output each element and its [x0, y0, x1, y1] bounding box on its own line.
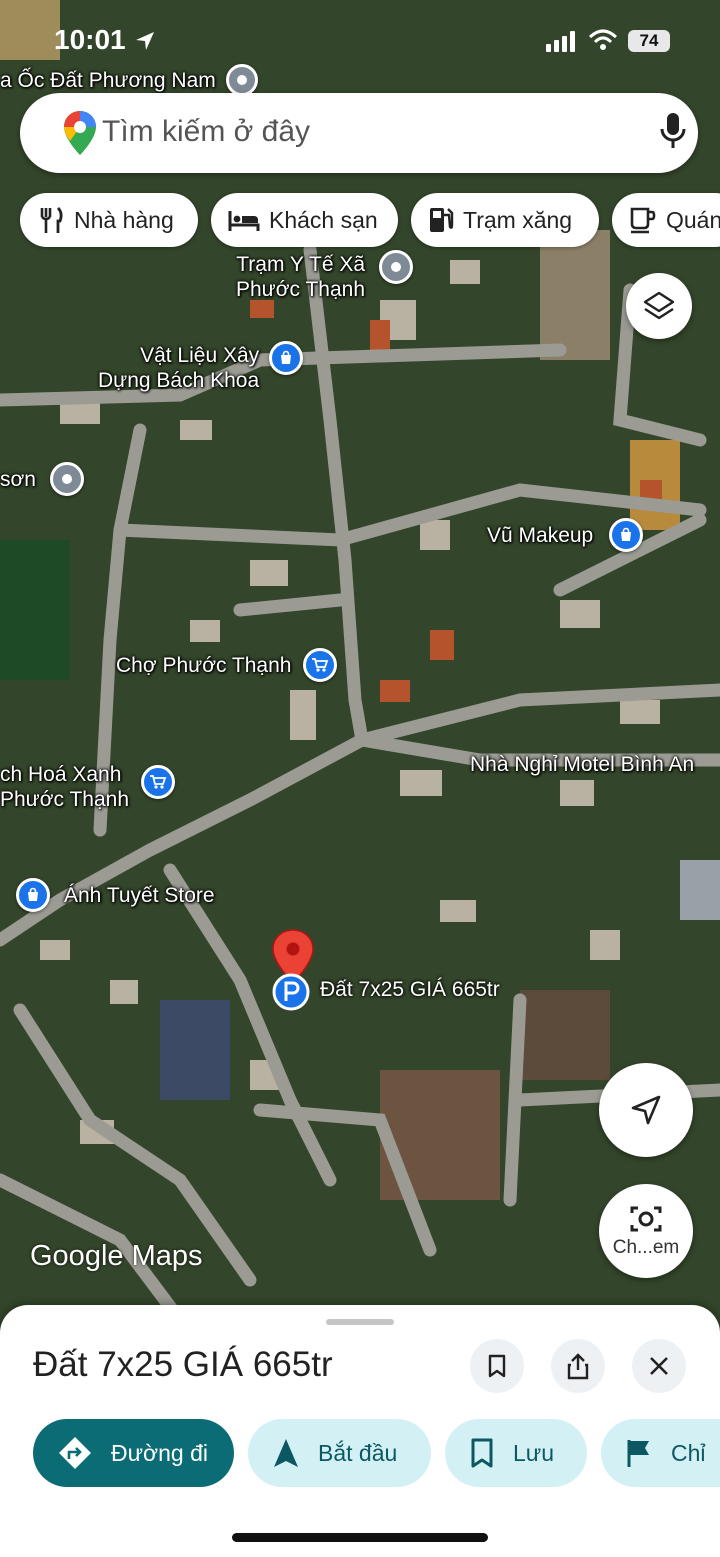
start-navigation-button[interactable]: Bắt đầu	[248, 1419, 431, 1487]
poi-name: Chợ Phước Thạnh	[116, 653, 292, 677]
poi-label[interactable]: Trạm Y Tế Xã Phước Thạnh	[236, 250, 414, 302]
share-location-button[interactable]: Chỉ	[601, 1419, 720, 1487]
chip-restaurants[interactable]: Nhà hàng	[20, 193, 198, 247]
shopping-cart-icon[interactable]	[303, 648, 338, 682]
chip-label: Quán	[666, 206, 720, 233]
selected-place-pin-icon[interactable]	[270, 928, 316, 1017]
poi-label[interactable]: Nhà Nghỉ Motel Bình An	[470, 752, 694, 777]
chip-label: Khách sạn	[269, 206, 378, 233]
google-maps-wordmark: Google Maps	[30, 1240, 203, 1272]
chip-cafes[interactable]: Quán	[612, 193, 720, 247]
search-input[interactable]: Tìm kiếm ở đây	[102, 115, 310, 149]
wifi-icon	[588, 29, 618, 50]
place-pin-icon[interactable]	[379, 250, 414, 284]
poi-name: Trạm Y Tế Xã Phước Thạnh	[236, 253, 366, 301]
location-arrow-icon	[631, 1095, 661, 1125]
lens-search-button[interactable]: Ch...em	[599, 1184, 693, 1278]
poi-label[interactable]: Ánh Tuyết Store	[16, 878, 215, 912]
save-button[interactable]: Lưu	[445, 1419, 587, 1487]
shopping-cart-icon[interactable]	[141, 765, 176, 799]
shopping-bag-icon[interactable]	[609, 518, 644, 552]
poi-name: sơn	[0, 467, 36, 491]
search-bar[interactable]: Tìm kiếm ở đây	[20, 93, 698, 173]
start-label: Bắt đầu	[318, 1439, 398, 1466]
chip-label: Nhà hàng	[74, 206, 174, 233]
signal-bars-icon	[546, 31, 575, 52]
home-indicator[interactable]	[232, 1533, 488, 1542]
close-icon	[650, 1357, 668, 1375]
poi-name: Vũ Makeup	[487, 523, 594, 547]
share-icon	[567, 1353, 589, 1380]
camera-lens-icon	[630, 1206, 662, 1232]
directions-icon	[59, 1437, 91, 1469]
poi-name: Vật Liệu Xây Dựng Bách Khoa	[98, 344, 260, 392]
poi-label[interactable]: ch Hoá Xanh Phước Thạnh	[0, 762, 176, 812]
flag-icon	[627, 1440, 649, 1467]
share-location-label: Chỉ	[671, 1439, 706, 1466]
sheet-drag-handle[interactable]	[326, 1319, 394, 1325]
status-bar: 10:01 74	[0, 0, 720, 80]
bookmark-icon	[488, 1354, 506, 1378]
lens-label: Ch...em	[612, 1237, 680, 1258]
battery-indicator: 74	[628, 30, 670, 52]
layers-icon	[643, 291, 675, 320]
poi-label[interactable]: Chợ Phước Thạnh	[116, 648, 338, 682]
my-location-button[interactable]	[599, 1063, 693, 1157]
poi-label[interactable]: sơn	[0, 462, 84, 496]
google-maps-logo-icon	[64, 111, 96, 155]
place-title: Đất 7x25 GIÁ 665tr	[33, 1345, 333, 1384]
microphone-icon[interactable]	[660, 111, 686, 151]
chip-label: Trạm xăng	[463, 206, 573, 233]
poi-name: Ánh Tuyết Store	[64, 883, 215, 907]
shopping-bag-icon[interactable]	[16, 878, 50, 912]
directions-label: Đường đi	[111, 1439, 208, 1466]
bookmark-icon	[471, 1438, 493, 1468]
layers-button[interactable]	[626, 273, 692, 339]
poi-label[interactable]: Vật Liệu Xây Dựng Bách Khoa	[98, 341, 304, 393]
poi-name: ch Hoá Xanh Phước Thạnh	[0, 763, 130, 811]
save-label: Lưu	[513, 1439, 554, 1466]
share-button[interactable]	[551, 1339, 605, 1393]
restaurant-icon	[40, 207, 63, 233]
location-services-icon	[136, 32, 154, 50]
chip-hotels[interactable]: Khách sạn	[211, 193, 398, 247]
save-place-button[interactable]	[470, 1339, 524, 1393]
shopping-bag-icon[interactable]	[269, 341, 304, 375]
place-details-sheet[interactable]: Đất 7x25 GIÁ 665tr Đường đi Bắt đầu Lưu …	[0, 1305, 720, 1557]
directions-button[interactable]: Đường đi	[33, 1419, 234, 1487]
selected-place-label[interactable]: Đất 7x25 GIÁ 665tr	[320, 978, 500, 1002]
poi-name: Nhà Nghỉ Motel Bình An	[470, 753, 695, 776]
poi-label[interactable]: Vũ Makeup	[487, 518, 644, 552]
place-pin-icon[interactable]	[49, 462, 84, 496]
hotel-icon	[228, 211, 260, 231]
clock: 10:01	[54, 24, 126, 55]
close-button[interactable]	[632, 1339, 686, 1393]
navigation-arrow-icon	[274, 1439, 298, 1467]
chip-gas-stations[interactable]: Trạm xăng	[411, 193, 599, 247]
gas-station-icon	[430, 208, 454, 232]
cafe-icon	[630, 207, 656, 234]
